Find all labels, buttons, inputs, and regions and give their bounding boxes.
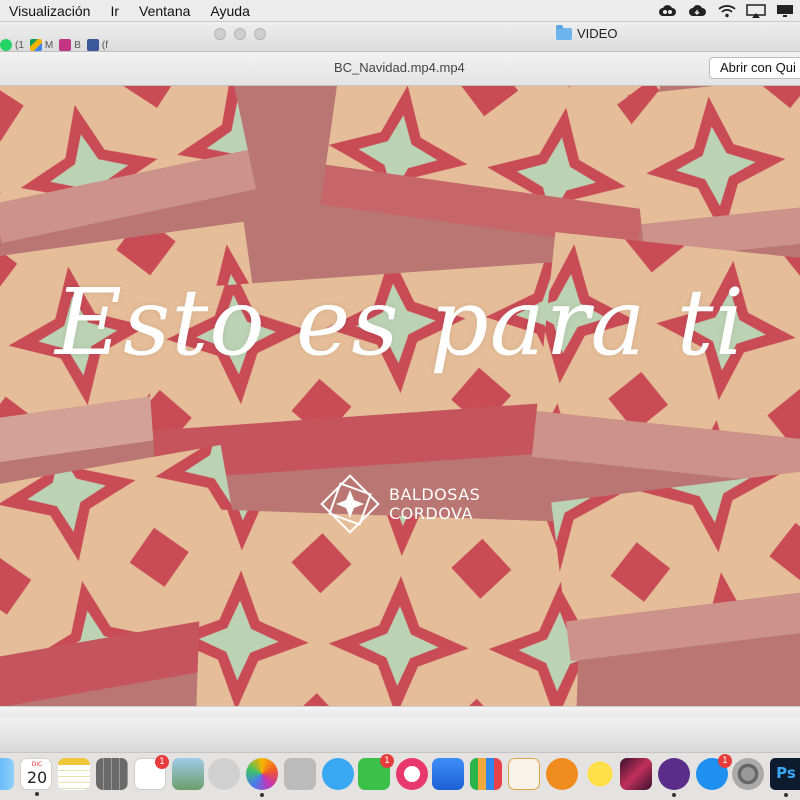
- menu-ir[interactable]: Ir: [101, 0, 130, 22]
- calendar-icon[interactable]: DIC 20: [20, 758, 52, 796]
- minimize-button[interactable]: [234, 28, 246, 40]
- bookmark-whatsapp[interactable]: (1: [0, 39, 24, 51]
- quicklook-bottom-bar: [0, 706, 800, 752]
- keynote-icon[interactable]: [432, 758, 464, 790]
- video-frame[interactable]: Esto es para ti BALDOSAS CORDOVA: [0, 86, 800, 706]
- reminders-badge: 1: [155, 755, 169, 769]
- running-indicator: [672, 793, 676, 797]
- finder-title-text: VIDEO: [577, 26, 618, 41]
- finder-window-controls: [214, 28, 266, 40]
- bookmark-drive[interactable]: M: [29, 39, 54, 51]
- bookmark-label: (f: [101, 39, 109, 51]
- wifi-icon[interactable]: [718, 4, 736, 18]
- photoshop-label: Ps: [776, 764, 796, 782]
- dock: DIC 20 1 1 1 Ps: [0, 752, 800, 800]
- preview-icon[interactable]: [172, 758, 204, 790]
- pages-icon[interactable]: [508, 758, 540, 790]
- appstore-badge: 1: [718, 754, 732, 768]
- facetime-icon[interactable]: 1: [358, 754, 394, 790]
- airplay-icon[interactable]: [746, 4, 766, 18]
- facetime-badge: 1: [380, 754, 394, 768]
- screenshot-icon[interactable]: [208, 758, 240, 790]
- bookmark-label: M: [44, 39, 54, 51]
- numbers-icon[interactable]: [470, 758, 502, 790]
- running-indicator: [784, 793, 788, 797]
- system-preferences-icon[interactable]: [732, 758, 764, 790]
- calendar-month: DIC: [31, 761, 43, 768]
- bookmark-label: (1: [15, 39, 24, 51]
- folder-icon: [556, 24, 572, 40]
- screen-mirroring-icon[interactable]: [776, 4, 794, 18]
- finder-window-title: VIDEO: [556, 24, 618, 41]
- facebook-icon: [86, 39, 99, 51]
- zoom-button[interactable]: [254, 28, 266, 40]
- whatsapp-icon: [0, 39, 12, 51]
- cyberduck-icon[interactable]: [584, 758, 616, 790]
- creative-cloud-icon[interactable]: [658, 4, 678, 18]
- itunes-icon[interactable]: [396, 758, 428, 790]
- menu-ventana[interactable]: Ventana: [130, 0, 201, 22]
- reminders-icon[interactable]: 1: [134, 755, 169, 790]
- running-indicator: [35, 792, 39, 796]
- brand-name: BALDOSAS CORDOVA: [389, 485, 480, 523]
- brand-line-1: BALDOSAS: [389, 485, 481, 504]
- photoshop-icon[interactable]: Ps: [770, 758, 800, 797]
- cloud-sync-icon[interactable]: [688, 4, 708, 18]
- messages-icon[interactable]: [322, 758, 354, 790]
- ibooks-icon[interactable]: [546, 758, 578, 790]
- menu-bar: Visualización Ir Ventana Ayuda: [0, 0, 800, 22]
- close-button[interactable]: [214, 28, 226, 40]
- baldosas-logo-icon: [320, 474, 380, 534]
- tiles-photo: [0, 86, 800, 706]
- google-drive-icon: [29, 39, 42, 51]
- imovie-icon[interactable]: [658, 758, 690, 797]
- notes-icon[interactable]: [58, 758, 90, 790]
- menu-visualizacion[interactable]: Visualización: [0, 0, 101, 22]
- menu-ayuda[interactable]: Ayuda: [201, 0, 260, 22]
- bookmark-label: B: [74, 39, 81, 51]
- file-title: BC_Navidad.mp4.mp4: [334, 60, 465, 75]
- app-store-icon[interactable]: 1: [696, 754, 732, 790]
- photo-booth-icon[interactable]: [284, 758, 316, 790]
- calculator-icon[interactable]: [96, 758, 128, 790]
- brand-logo: BALDOSAS CORDOVA: [317, 471, 480, 537]
- open-with-button[interactable]: Abrir con Qui: [709, 57, 800, 79]
- bookmark-instagram[interactable]: B: [59, 39, 81, 51]
- calendar-day: 20: [26, 768, 48, 787]
- quicklook-titlebar: BC_Navidad.mp4.mp4 Abrir con Qui: [0, 52, 800, 86]
- status-area: [658, 0, 800, 22]
- finder-partial-icon[interactable]: [0, 758, 14, 790]
- brand-line-2: CORDOVA: [389, 504, 473, 523]
- instagram-icon: [59, 39, 72, 51]
- bookmark-facebook[interactable]: (f: [86, 39, 109, 51]
- running-indicator: [260, 793, 264, 797]
- dvd-player-icon[interactable]: [620, 758, 652, 790]
- photos-icon[interactable]: [246, 758, 278, 797]
- video-headline: Esto es para ti: [54, 269, 746, 376]
